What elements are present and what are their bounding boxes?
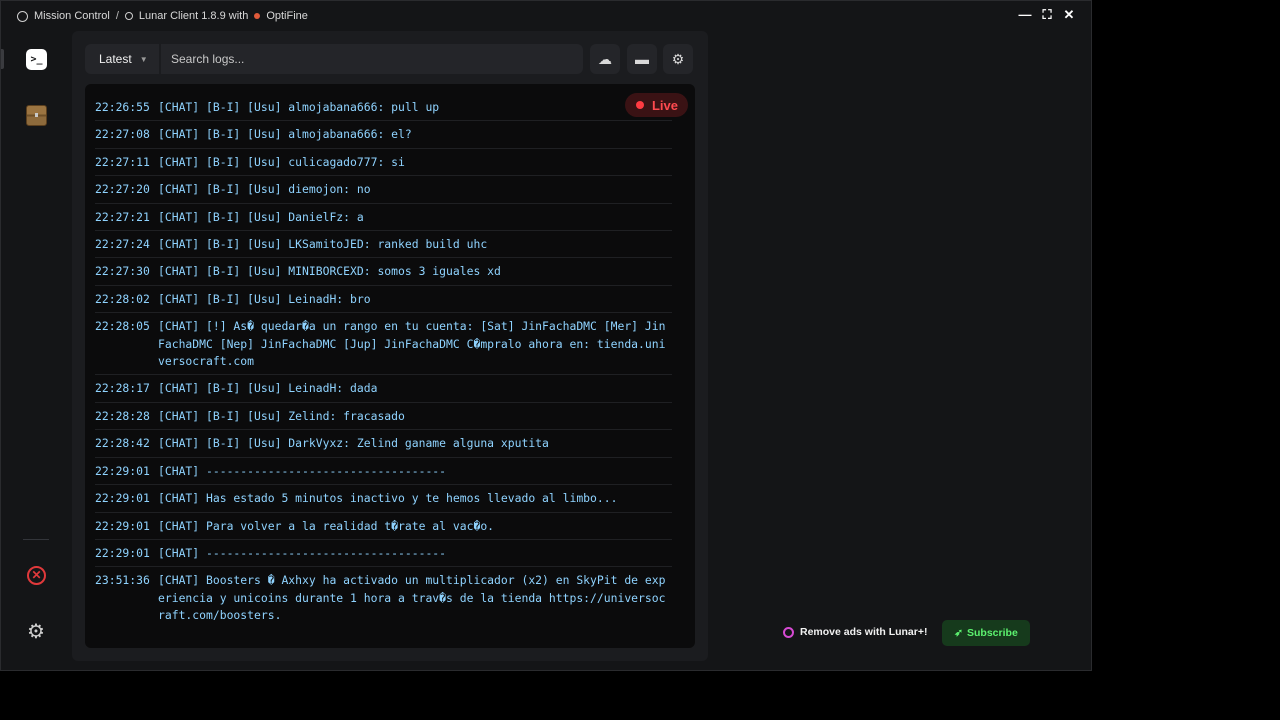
log-message: [CHAT] [B-I] [Usu] diemojon: no — [158, 182, 371, 197]
log-message: [CHAT] [B-I] [Usu] DanielFz: a — [158, 209, 364, 224]
log-entry: 22:28:28 [CHAT] [B-I] [Usu] Zelind: fraca… — [95, 403, 672, 431]
log-entry: 22:28:05 [CHAT] [!] As� quedar�a un rango… — [95, 313, 672, 376]
log-message: [CHAT] Has estado 5 minutos inactivo y t… — [158, 491, 618, 506]
gear-icon[interactable]: ⚙ — [25, 621, 47, 643]
log-timestamp: 22:27:30 — [95, 264, 150, 279]
breadcrumb-optifine: OptiFine — [266, 10, 308, 22]
log-message: [CHAT] Boosters � Axhxy ha activado un m… — [158, 573, 666, 623]
log-entry: 22:29:01 [CHAT] Para volver a la realidad… — [95, 513, 672, 540]
lunar-plus-icon — [783, 626, 794, 638]
maximize-button[interactable]: ⛶ — [1039, 7, 1055, 23]
live-dot-icon — [635, 101, 644, 109]
log-timestamp: 22:27:20 — [95, 182, 150, 197]
log-entry: 22:27:24 [CHAT] [B-I] [Usu] LKSamitoJED: … — [95, 231, 672, 259]
log-message: [CHAT] [B-I] [Usu] Zelind: fracasado — [158, 408, 405, 423]
breadcrumb-separator: / — [115, 10, 119, 22]
ad-banner: Remove ads with Lunar+! ➶ Subscribe — [783, 620, 1033, 646]
log-entry: 22:27:08 [CHAT] [B-I] [Usu] almojabana666… — [95, 121, 672, 149]
breadcrumb-client: Lunar Client 1.8.9 with — [138, 10, 249, 22]
log-entry: 22:29:01 [CHAT] -------------------------… — [95, 540, 672, 568]
log-message: [CHAT] [B-I] [Usu] almojabana666: el? — [158, 127, 412, 142]
log-timestamp: 22:29:01 — [95, 463, 150, 478]
log-message: [CHAT] [B-I] [Usu] DarkVyxz: Zelind gana… — [158, 436, 549, 451]
log-entry: 22:28:17 [CHAT] [B-I] [Usu] LeinadH: dada — [95, 375, 672, 403]
log-message: [CHAT] [B-I] [Usu] LeinadH: bro — [158, 291, 371, 306]
folder-icon[interactable]: ▬ — [627, 44, 657, 74]
log-message: [CHAT] [B-I] [Usu] MINIBORCEXD: somos 3 … — [158, 264, 501, 279]
title-bar: Mission Control / Lunar Client 1.8.9 wit… — [1, 1, 1091, 31]
log-timestamp: 22:28:28 — [95, 408, 150, 423]
subscribe-button[interactable]: ➶ Subscribe — [942, 620, 1030, 646]
live-badge[interactable]: Live — [624, 93, 688, 117]
active-indicator — [1, 49, 4, 69]
chest-icon[interactable] — [26, 105, 47, 126]
log-timestamp: 22:28:42 — [95, 436, 150, 451]
subscribe-label: Subscribe — [967, 627, 1018, 639]
log-entry: 23:51:36 [CHAT] Boosters � Axhxy ha activ… — [95, 567, 672, 628]
log-timestamp: 22:26:55 — [95, 100, 150, 114]
app-window: Mission Control / Lunar Client 1.8.9 wit… — [0, 0, 1092, 671]
breadcrumb: Mission Control / Lunar Client 1.8.9 wit… — [1, 10, 308, 22]
remove-ads-text: Remove ads with Lunar+! — [783, 626, 928, 638]
log-timestamp: 23:51:36 — [95, 573, 150, 588]
caret-down-icon: ▼ — [139, 54, 148, 64]
log-timestamp: 22:27:24 — [95, 237, 150, 252]
rocket-icon: ➶ — [954, 627, 964, 639]
log-message: [CHAT] [B-I] [Usu] LKSamitoJED: ranked b… — [158, 237, 488, 252]
log-timestamp: 22:29:01 — [95, 545, 150, 560]
log-viewer[interactable]: 22:26:55 [CHAT] [B-I] [Usu] almojabana666… — [85, 84, 695, 648]
log-timestamp: 22:28:05 — [95, 319, 150, 334]
gear-icon[interactable]: ⚙ — [663, 44, 693, 74]
log-timestamp: 22:29:01 — [95, 518, 150, 533]
log-file-select[interactable]: Latest ▼ — [85, 44, 159, 74]
log-entry: 22:27:11 [CHAT] [B-I] [Usu] culicagado777… — [95, 149, 672, 177]
logs-toolbar: Latest ▼ ☁ ▬ ⚙ — [85, 44, 695, 74]
close-button[interactable]: ✕ — [1061, 7, 1077, 23]
terminal-icon[interactable]: >_ — [26, 49, 47, 70]
log-timestamp: 22:27:11 — [95, 154, 150, 169]
log-message: [CHAT] Para volver a la realidad t�rate … — [158, 518, 495, 533]
log-timestamp: 22:28:02 — [95, 291, 150, 306]
log-message: [CHAT] [B-I] [Usu] culicagado777: si — [158, 154, 405, 169]
log-entry: 22:28:42 [CHAT] [B-I] [Usu] DarkVyxz: Zel… — [95, 430, 672, 458]
log-file-select-value: Latest — [99, 52, 132, 66]
log-timestamp: 22:29:01 — [95, 491, 150, 506]
live-label: Live — [651, 97, 678, 113]
log-entry: 22:28:02 [CHAT] [B-I] [Usu] LeinadH: bro — [95, 286, 672, 314]
log-timestamp: 22:27:08 — [95, 127, 150, 142]
log-message: [CHAT] [B-I] [Usu] LeinadH: dada — [158, 381, 378, 396]
log-message: [CHAT] [B-I] [Usu] almojabana666: pull u… — [158, 100, 440, 114]
search-input[interactable] — [161, 44, 583, 74]
log-entry: 22:26:55 [CHAT] [B-I] [Usu] almojabana666… — [95, 94, 672, 122]
close-circle-icon[interactable]: ✕ — [27, 566, 46, 585]
logs-panel: Latest ▼ ☁ ▬ ⚙ 22:26:55 [CHAT] [B-I] [Usu… — [72, 31, 708, 661]
minimize-button[interactable]: — — [1017, 7, 1033, 23]
log-entry: 22:27:30 [CHAT] [B-I] [Usu] MINIBORCEXD: … — [95, 258, 672, 286]
lunar-logo-icon — [17, 10, 28, 22]
log-entry: 22:29:01 [CHAT] Has estado 5 minutos inac… — [95, 485, 672, 513]
log-message: [CHAT] ---------------------------------… — [158, 545, 447, 560]
breadcrumb-root[interactable]: Mission Control — [34, 10, 110, 22]
log-entry: 22:27:20 [CHAT] [B-I] [Usu] diemojon: no — [95, 176, 672, 204]
remove-ads-label: Remove ads with Lunar+! — [800, 626, 928, 638]
log-timestamp: 22:27:21 — [95, 209, 150, 224]
log-entry: 22:27:21 [CHAT] [B-I] [Usu] DanielFz: a — [95, 204, 672, 232]
sidebar-divider — [23, 539, 49, 540]
lunar-client-icon — [124, 12, 133, 20]
log-message: [CHAT] ---------------------------------… — [158, 463, 447, 478]
log-list: 22:26:55 [CHAT] [B-I] [Usu] almojabana666… — [95, 94, 672, 629]
upload-cloud-icon[interactable]: ☁ — [590, 44, 620, 74]
log-entry: 22:29:01 [CHAT] -------------------------… — [95, 458, 672, 486]
sidebar: >_ ✕ ⚙ — [1, 31, 71, 671]
log-timestamp: 22:28:17 — [95, 381, 150, 396]
optifine-icon — [254, 13, 261, 19]
log-message: [CHAT] [!] As� quedar�a un rango en tu c… — [158, 319, 666, 369]
window-controls: — ⛶ ✕ — [1017, 7, 1077, 23]
